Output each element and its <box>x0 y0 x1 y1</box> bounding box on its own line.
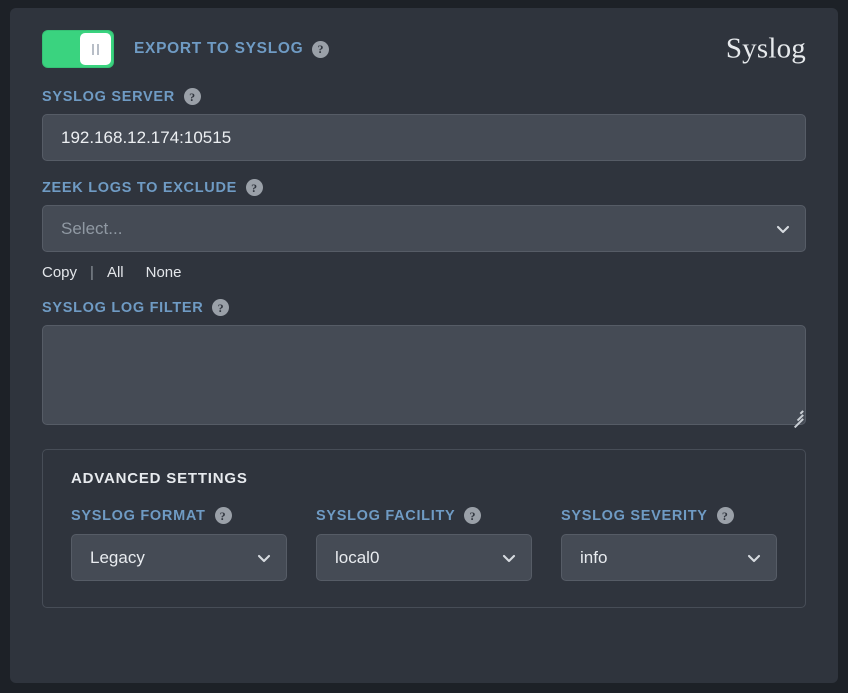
advanced-settings-columns: SYSLOG FORMAT ? Legacy SYSLOG FACILITY ? <box>71 507 777 581</box>
syslog-facility-dropdown[interactable]: local0 <box>316 534 532 581</box>
copy-link[interactable]: Copy <box>42 264 77 281</box>
syslog-log-filter-wrapper <box>42 325 806 428</box>
help-icon-syslog-server[interactable]: ? <box>183 88 201 105</box>
syslog-server-group: SYSLOG SERVER ? <box>30 88 818 161</box>
syslog-log-filter-label-text: SYSLOG LOG FILTER <box>42 299 204 316</box>
chevron-down-icon[interactable] <box>501 550 517 566</box>
help-icon-export-to-syslog[interactable]: ? <box>312 40 330 58</box>
syslog-server-input[interactable] <box>42 114 806 161</box>
help-icon-zeek-logs-to-exclude[interactable]: ? <box>246 179 264 196</box>
syslog-log-filter-group: SYSLOG LOG FILTER ? <box>30 299 818 428</box>
syslog-format-dropdown[interactable]: Legacy <box>71 534 287 581</box>
export-to-syslog-label: EXPORT TO SYSLOG ? <box>134 40 330 58</box>
help-icon-syslog-log-filter[interactable]: ? <box>212 299 230 316</box>
syslog-severity-label: SYSLOG SEVERITY ? <box>561 507 777 524</box>
page-title: Syslog <box>725 32 806 65</box>
export-to-syslog-label-text: EXPORT TO SYSLOG <box>134 40 304 57</box>
syslog-severity-label-text: SYSLOG SEVERITY <box>561 507 708 524</box>
advanced-settings-title: ADVANCED SETTINGS <box>71 470 248 487</box>
zeek-logs-quick-actions: Copy | All None <box>42 264 806 281</box>
syslog-format-value: Legacy <box>90 547 145 567</box>
syslog-severity-group: SYSLOG SEVERITY ? info <box>561 507 777 581</box>
help-icon-syslog-format[interactable]: ? <box>214 507 232 524</box>
syslog-facility-label-text: SYSLOG FACILITY <box>316 507 456 524</box>
syslog-facility-label: SYSLOG FACILITY ? <box>316 507 532 524</box>
zeek-logs-to-exclude-select[interactable]: Select... <box>42 205 806 252</box>
syslog-format-group: SYSLOG FORMAT ? Legacy <box>71 507 287 581</box>
syslog-settings-panel: EXPORT TO SYSLOG ? Syslog SYSLOG SERVER … <box>10 8 838 683</box>
advanced-settings-section: ADVANCED SETTINGS SYSLOG FORMAT ? Legacy <box>42 449 806 608</box>
syslog-server-label-text: SYSLOG SERVER <box>42 88 175 105</box>
zeek-logs-to-exclude-label-text: ZEEK LOGS TO EXCLUDE <box>42 179 238 196</box>
syslog-log-filter-textarea[interactable] <box>42 325 806 425</box>
syslog-log-filter-label: SYSLOG LOG FILTER ? <box>42 299 806 316</box>
syslog-severity-value: info <box>580 547 608 567</box>
app-root: EXPORT TO SYSLOG ? Syslog SYSLOG SERVER … <box>0 0 848 693</box>
chevron-down-icon[interactable] <box>775 221 791 237</box>
help-icon-syslog-severity[interactable]: ? <box>716 507 734 524</box>
help-icon-syslog-facility[interactable]: ? <box>464 507 482 524</box>
syslog-severity-dropdown[interactable]: info <box>561 534 777 581</box>
syslog-facility-group: SYSLOG FACILITY ? local0 <box>316 507 532 581</box>
link-separator: | <box>90 264 94 281</box>
chevron-down-icon[interactable] <box>746 550 762 566</box>
syslog-facility-value: local0 <box>335 547 380 567</box>
syslog-format-label: SYSLOG FORMAT ? <box>71 507 287 524</box>
pause-icon <box>92 43 99 55</box>
export-to-syslog-toggle[interactable] <box>42 30 114 68</box>
chevron-down-icon[interactable] <box>256 550 272 566</box>
select-none-link[interactable]: None <box>146 264 182 281</box>
syslog-format-label-text: SYSLOG FORMAT <box>71 507 206 524</box>
toggle-knob <box>80 33 111 65</box>
zeek-logs-to-exclude-label: ZEEK LOGS TO EXCLUDE ? <box>42 179 806 196</box>
select-all-link[interactable]: All <box>107 264 124 281</box>
zeek-logs-to-exclude-placeholder: Select... <box>61 218 123 238</box>
panel-header: EXPORT TO SYSLOG ? Syslog <box>30 28 818 70</box>
zeek-logs-to-exclude-group: ZEEK LOGS TO EXCLUDE ? Select... Copy | … <box>30 179 818 281</box>
syslog-server-label: SYSLOG SERVER ? <box>42 88 806 105</box>
